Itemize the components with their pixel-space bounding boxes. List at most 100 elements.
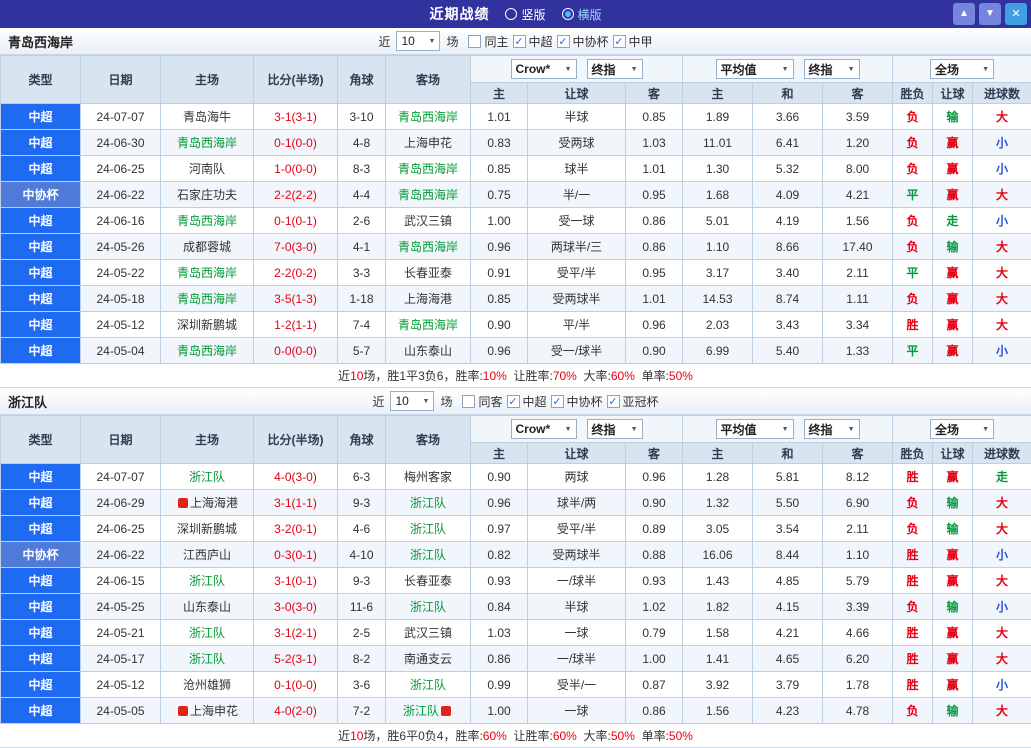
league-cell: 中超: [1, 338, 81, 364]
summary-segment: 50%: [611, 729, 635, 743]
ah-away-odds-cell: 1.03: [626, 130, 683, 156]
result-cell: 胜: [893, 646, 933, 672]
event-icon[interactable]: [441, 706, 451, 716]
team-section-qingdao: 青岛西海岸 近 10 ▼ 场 同主✓中超✓中协杯✓中甲 类型 日期 主场 比分(…: [0, 28, 1031, 388]
ah-away-odds-cell: 0.79: [626, 620, 683, 646]
score-cell: 3-1(1-1): [254, 490, 338, 516]
eu-away-odds-cell: 1.10: [823, 542, 893, 568]
ah-home-odds-cell: 0.96: [471, 490, 528, 516]
summary-segment: 60%: [611, 369, 635, 383]
scope-select[interactable]: 全场▼: [930, 419, 994, 439]
home-team-name: 深圳新鹏城: [177, 318, 237, 332]
filter-checkbox[interactable]: 同客: [462, 393, 502, 410]
col-result: 胜负: [893, 443, 933, 464]
score-cell: 3-1(2-1): [254, 620, 338, 646]
corner-cell: 4-8: [338, 130, 386, 156]
result-cell: 胜: [893, 620, 933, 646]
match-count-select[interactable]: 10 ▼: [396, 31, 440, 51]
summary-segment: 10: [350, 369, 363, 383]
col-handicap-result: 让球: [933, 443, 973, 464]
matches-tbody: 中超24-07-07青岛海牛3-1(3-1)3-10青岛西海岸1.01半球0.8…: [1, 104, 1031, 364]
league-cell: 中超: [1, 260, 81, 286]
filter-checkbox[interactable]: ✓亚冠杯: [607, 393, 659, 410]
eu-away-odds-cell: 2.11: [823, 516, 893, 542]
radio-vertical-layout[interactable]: 竖版: [505, 6, 545, 23]
home-team-cell: 浙江队: [161, 464, 254, 490]
summary-segment: 大率:: [577, 727, 611, 744]
handicap-time-select[interactable]: 终指▼: [587, 59, 643, 79]
filter-checkbox[interactable]: ✓中协杯: [557, 33, 609, 50]
ah-home-odds-cell: 0.90: [471, 312, 528, 338]
home-team-cell: 江西庐山: [161, 542, 254, 568]
filter-checkbox[interactable]: 同主: [468, 33, 508, 50]
match-row: 中超24-06-15浙江队3-1(0-1)9-3长春亚泰0.93一/球半0.93…: [1, 568, 1031, 594]
score-cell: 3-1(3-1): [254, 104, 338, 130]
score-cell: 3-5(1-3): [254, 286, 338, 312]
filter-checkbox-label: 中超: [523, 393, 547, 410]
scope-select[interactable]: 全场▼: [930, 59, 994, 79]
ah-home-odds-cell: 0.85: [471, 286, 528, 312]
handicap-time-select[interactable]: 终指 ▼: [587, 419, 643, 439]
home-team-cell: 深圳新鹏城: [161, 516, 254, 542]
match-count-select[interactable]: 10 ▼: [390, 391, 434, 411]
filter-checkbox[interactable]: ✓中协杯: [551, 393, 603, 410]
match-row: 中超24-05-25山东泰山3-0(3-0)11-6浙江队0.84半球1.021…: [1, 594, 1031, 620]
away-team-name: 上海申花: [404, 136, 452, 150]
goals-result-cell: 小: [973, 338, 1031, 364]
handicap-time-value: 终指: [592, 421, 616, 438]
result-cell: 负: [893, 208, 933, 234]
away-team-name: 青岛西海岸: [398, 110, 458, 124]
chevron-down-icon: ▼: [565, 426, 572, 433]
home-team-cell: 石家庄功夫: [161, 182, 254, 208]
eu-draw-odds-cell: 5.50: [753, 490, 823, 516]
result-cell: 平: [893, 260, 933, 286]
handicap-result-cell: 赢: [933, 130, 973, 156]
eu-home-odds-cell: 1.58: [683, 620, 753, 646]
league-cell: 中协杯: [1, 182, 81, 208]
corner-cell: 1-18: [338, 286, 386, 312]
result-cell: 负: [893, 130, 933, 156]
radio-horizontal-layout[interactable]: 横版: [562, 6, 602, 23]
away-team-cell: 青岛西海岸: [386, 182, 471, 208]
filter-checkbox[interactable]: ✓中超: [507, 393, 547, 410]
filter-checkbox[interactable]: ✓中甲: [613, 33, 653, 50]
move-up-button[interactable]: ▲: [953, 3, 975, 25]
match-count-value: 10: [401, 34, 414, 48]
move-down-button[interactable]: ▼: [979, 3, 1001, 25]
ah-away-odds-cell: 0.88: [626, 542, 683, 568]
summary-text: 近10场，胜6平0负4，胜率:60% 让胜率:60% 大率:50% 单率:50%: [0, 724, 1031, 748]
eu-away-odds-cell: 4.21: [823, 182, 893, 208]
euro-source-select[interactable]: 平均值▼: [716, 419, 794, 439]
corner-cell: 9-3: [338, 490, 386, 516]
league-cell: 中超: [1, 312, 81, 338]
euro-time-select[interactable]: 终指▼: [804, 419, 860, 439]
col-ah-line: 让球: [528, 443, 626, 464]
goals-result-cell: 大: [973, 260, 1031, 286]
away-team-name: 浙江队: [410, 548, 446, 562]
eu-home-odds-cell: 3.05: [683, 516, 753, 542]
filter-checkbox[interactable]: ✓中超: [513, 33, 553, 50]
goals-result-cell: 大: [973, 182, 1031, 208]
handicap-result-cell: 赢: [933, 568, 973, 594]
euro-source-select[interactable]: 平均值▼: [716, 59, 794, 79]
eu-draw-odds-cell: 3.40: [753, 260, 823, 286]
col-ah-away: 客: [626, 443, 683, 464]
close-button[interactable]: ×: [1005, 3, 1027, 25]
ah-home-odds-cell: 0.90: [471, 464, 528, 490]
euro-time-select[interactable]: 终指▼: [804, 59, 860, 79]
col-goals-result: 进球数: [973, 83, 1031, 104]
ah-line-cell: 两球: [528, 464, 626, 490]
event-icon[interactable]: [178, 706, 188, 716]
match-row: 中超24-05-26成都蓉城7-0(3-0)4-1青岛西海岸0.96两球半/三0…: [1, 234, 1031, 260]
col-away: 客场: [386, 56, 471, 104]
away-team-cell: 上海海港: [386, 286, 471, 312]
date-cell: 24-05-26: [81, 234, 161, 260]
handicap-source-select[interactable]: Crow*▼: [511, 59, 577, 79]
handicap-source-select[interactable]: Crow*▼: [511, 419, 577, 439]
home-team-name: 青岛西海岸: [177, 344, 237, 358]
chevron-down-icon: ▼: [631, 426, 638, 433]
event-icon[interactable]: [178, 498, 188, 508]
summary-segment: 让胜率:: [507, 727, 553, 744]
checkbox-unchecked-icon: [468, 35, 481, 48]
ah-line-cell: 受一球: [528, 208, 626, 234]
